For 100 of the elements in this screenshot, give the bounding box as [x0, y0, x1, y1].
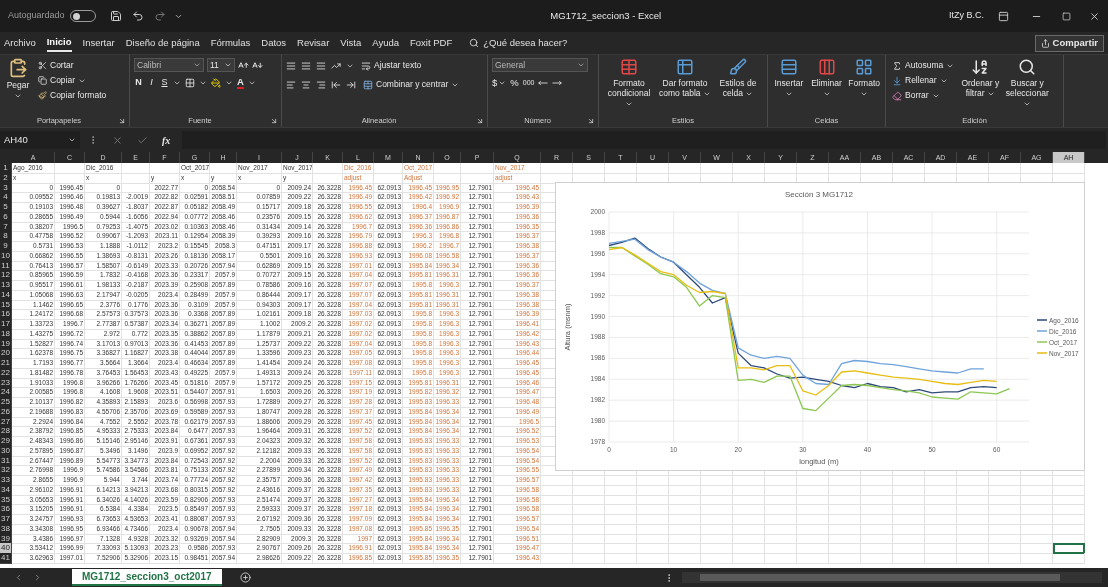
empty-cell[interactable]	[893, 475, 925, 486]
align-top-icon[interactable]	[286, 60, 296, 71]
empty-cell[interactable]	[374, 172, 403, 184]
empty-cell[interactable]	[829, 533, 861, 545]
italic-button[interactable]: I	[147, 76, 156, 90]
empty-cell[interactable]	[669, 523, 701, 535]
empty-cell[interactable]	[1053, 553, 1085, 564]
ribbon-tab[interactable]: Inicio	[46, 34, 72, 52]
format-cells-button[interactable]: Formato	[847, 58, 881, 98]
empty-cell[interactable]	[957, 523, 989, 535]
empty-cell[interactable]	[765, 475, 797, 486]
empty-cell[interactable]	[573, 514, 605, 525]
empty-cell[interactable]	[605, 553, 637, 564]
empty-cell[interactable]	[733, 163, 765, 174]
empty-cell[interactable]	[701, 163, 733, 174]
empty-cell[interactable]	[605, 484, 637, 496]
empty-cell[interactable]	[861, 475, 893, 486]
empty-cell[interactable]	[925, 543, 957, 554]
fill-color-icon[interactable]	[211, 77, 221, 88]
search-field[interactable]: ¿Qué desea hacer?	[469, 34, 594, 52]
empty-cell[interactable]	[573, 163, 605, 174]
decrease-indent-icon[interactable]	[331, 79, 341, 90]
sort-filter-button[interactable]: Ordenar y filtrar	[960, 58, 1001, 98]
empty-cell[interactable]	[957, 533, 989, 545]
insert-cells-button[interactable]: Insertar	[772, 58, 806, 98]
empty-cell[interactable]	[461, 172, 494, 184]
ribbon-tab[interactable]: Archivo	[4, 34, 36, 52]
clear-button[interactable]: Borrar	[890, 88, 957, 103]
empty-cell[interactable]	[701, 494, 733, 506]
empty-cell[interactable]	[701, 543, 733, 554]
empty-cell[interactable]	[989, 523, 1021, 535]
ribbon-tab[interactable]: Revisar	[297, 34, 330, 52]
empty-cell[interactable]	[541, 553, 573, 564]
empty-cell[interactable]	[1021, 504, 1053, 515]
number-format-dropdown[interactable]: General	[492, 58, 588, 72]
empty-cell[interactable]	[989, 484, 1021, 496]
empty-cell[interactable]	[829, 484, 861, 496]
name-box[interactable]: AH40	[0, 131, 80, 149]
empty-cell[interactable]	[989, 163, 1021, 174]
empty-cell[interactable]	[541, 504, 573, 515]
close-icon[interactable]	[1089, 10, 1100, 22]
empty-cell[interactable]	[669, 494, 701, 506]
cut-button[interactable]: Cortar	[36, 58, 109, 73]
empty-cell[interactable]	[893, 543, 925, 554]
empty-cell[interactable]	[1021, 533, 1053, 545]
cell-styles-button[interactable]: Estilos de celda	[715, 58, 761, 98]
empty-cell[interactable]	[989, 475, 1021, 486]
empty-cell[interactable]	[733, 504, 765, 515]
empty-cell[interactable]	[797, 163, 829, 174]
empty-cell[interactable]	[573, 523, 605, 535]
empty-cell[interactable]	[434, 172, 461, 184]
conditional-format-button[interactable]: Formato condicional	[603, 58, 655, 108]
empty-cell[interactable]	[573, 543, 605, 554]
empty-cell[interactable]	[637, 514, 669, 525]
empty-cell[interactable]	[573, 475, 605, 486]
empty-cell[interactable]	[765, 484, 797, 496]
empty-cell[interactable]	[733, 494, 765, 506]
align-left-icon[interactable]	[286, 79, 296, 90]
align-bottom-icon[interactable]	[316, 60, 326, 71]
empty-cell[interactable]	[829, 163, 861, 174]
empty-cell[interactable]	[829, 494, 861, 506]
empty-cell[interactable]	[925, 514, 957, 525]
empty-cell[interactable]	[313, 163, 343, 174]
ribbon-tab[interactable]: Diseño de página	[125, 34, 200, 52]
maximize-icon[interactable]	[1062, 11, 1071, 21]
empty-cell[interactable]	[701, 523, 733, 535]
grow-font-icon[interactable]	[238, 59, 249, 71]
empty-cell[interactable]	[1021, 523, 1053, 535]
empty-cell[interactable]	[541, 533, 573, 545]
empty-cell[interactable]	[637, 163, 669, 174]
empty-cell[interactable]	[765, 523, 797, 535]
empty-cell[interactable]	[861, 523, 893, 535]
empty-cell[interactable]	[925, 475, 957, 486]
find-select-button[interactable]: Buscar y seleccionar	[1004, 58, 1051, 108]
ribbon-options-icon[interactable]	[998, 10, 1009, 22]
empty-cell[interactable]	[122, 172, 150, 184]
empty-cell[interactable]	[210, 163, 237, 174]
empty-cell[interactable]	[893, 553, 925, 564]
underline-button[interactable]: S	[160, 76, 169, 90]
empty-cell[interactable]	[957, 475, 989, 486]
empty-cell[interactable]	[733, 523, 765, 535]
empty-cell[interactable]	[1053, 494, 1085, 506]
next-sheet-icon[interactable]	[33, 573, 42, 582]
empty-cell[interactable]	[797, 533, 829, 545]
autosum-button[interactable]: Autosuma	[890, 58, 957, 73]
undo-icon[interactable]	[131, 10, 144, 22]
empty-cell[interactable]	[893, 163, 925, 174]
empty-cell[interactable]	[765, 553, 797, 564]
empty-cell[interactable]	[669, 543, 701, 554]
empty-cell[interactable]	[541, 494, 573, 506]
empty-cell[interactable]	[1021, 543, 1053, 554]
empty-cell[interactable]	[957, 163, 989, 174]
empty-cell[interactable]	[989, 553, 1021, 564]
align-middle-icon[interactable]	[301, 60, 311, 71]
empty-cell[interactable]	[461, 163, 494, 174]
empty-cell[interactable]	[313, 172, 343, 184]
empty-cell[interactable]	[573, 553, 605, 564]
empty-cell[interactable]	[701, 533, 733, 545]
empty-cell[interactable]	[541, 514, 573, 525]
empty-cell[interactable]	[989, 494, 1021, 506]
